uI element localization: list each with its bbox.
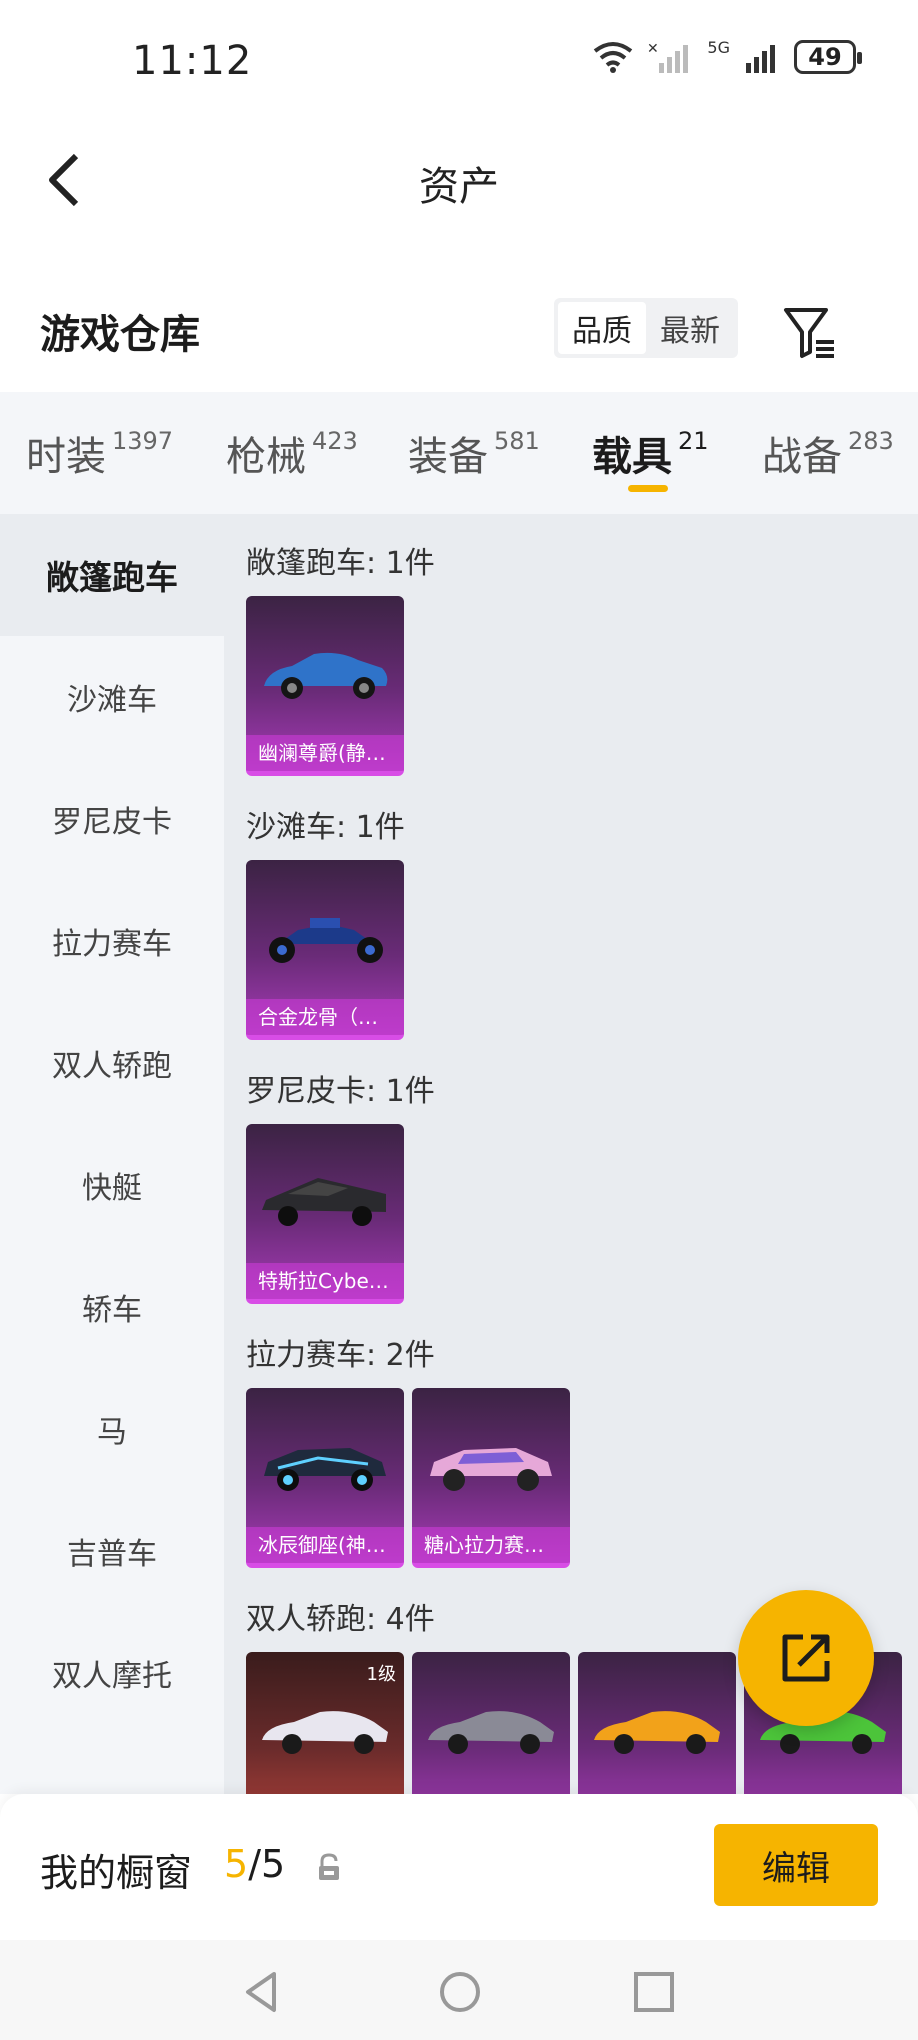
tab-name: 装备 xyxy=(408,434,488,480)
edit-button[interactable]: 编辑 xyxy=(714,1824,878,1906)
battery-icon: 49 xyxy=(794,40,862,74)
group-title: 沙滩车: 1件 xyxy=(246,810,405,845)
tab-name: 战备 xyxy=(762,434,842,480)
side-item-beach-buggy[interactable]: 沙滩车 xyxy=(0,636,224,758)
tab-count: 283 xyxy=(848,427,894,455)
group-title: 拉力赛车: 2件 xyxy=(246,1338,435,1373)
tab-name: 时装 xyxy=(26,434,106,480)
showcase-title: 我的橱窗 xyxy=(40,1851,193,1895)
item-card[interactable]: 糖心拉力赛… xyxy=(412,1388,570,1568)
sort-option-quality[interactable]: 品质 xyxy=(558,302,646,354)
coupe-thumbnail xyxy=(428,1711,554,1754)
item-card[interactable]: 特斯拉Cybe… xyxy=(246,1124,404,1304)
status-time: 11:12 xyxy=(132,38,253,84)
tab-count: 423 xyxy=(312,427,358,455)
category-tabs: 时装 1397 枪械 423 装备 581 载具 21 战备 283 xyxy=(0,392,918,514)
side-item-pickup[interactable]: 罗尼皮卡 xyxy=(0,758,224,880)
filter-icon[interactable] xyxy=(782,304,838,360)
tab-count: 21 xyxy=(678,427,709,455)
status-bar: 11:12 ✕ 5G 49 xyxy=(0,0,918,120)
tab-tactical[interactable]: 战备 283 xyxy=(762,392,894,514)
side-item-coupe[interactable]: 双人轿跑 xyxy=(0,1002,224,1124)
item-card[interactable]: 合金龙骨（… xyxy=(246,860,404,1040)
header: 资产 xyxy=(0,120,918,240)
nav-recent-icon[interactable] xyxy=(630,1968,678,2016)
item-level-badge: 1级 xyxy=(366,1664,396,1685)
side-item-horse[interactable]: 马 xyxy=(0,1368,224,1490)
wifi-icon xyxy=(594,42,633,73)
item-label: 幽澜尊爵(静… xyxy=(246,735,404,771)
system-nav-bar xyxy=(0,1940,918,2040)
side-item-sedan[interactable]: 轿车 xyxy=(0,1246,224,1368)
tab-vehicles[interactable]: 载具 21 xyxy=(592,392,709,514)
item-card[interactable] xyxy=(412,1652,570,1794)
tab-count: 1397 xyxy=(112,427,174,455)
item-label: 合金龙骨（… xyxy=(246,999,404,1035)
tab-equipment[interactable]: 装备 581 xyxy=(408,392,540,514)
group-title: 双人轿跑: 4件 xyxy=(246,1602,435,1637)
warehouse-row: 游戏仓库 品质 最新 xyxy=(0,280,918,380)
item-label: 特斯拉Cybe… xyxy=(246,1263,404,1299)
rally-car-thumbnail xyxy=(264,1448,386,1491)
signal-off-icon: ✕ xyxy=(647,41,689,73)
share-icon xyxy=(782,1634,830,1682)
group-title: 罗尼皮卡: 1件 xyxy=(246,1074,435,1109)
tab-guns[interactable]: 枪械 423 xyxy=(226,392,358,514)
warehouse-title: 游戏仓库 xyxy=(40,312,200,358)
group-title: 敞篷跑车: 1件 xyxy=(246,546,435,581)
side-item-jeep[interactable]: 吉普车 xyxy=(0,1490,224,1612)
side-item-motorcycle[interactable]: 双人摩托 xyxy=(0,1612,224,1734)
item-card[interactable]: 幽澜尊爵(静… xyxy=(246,596,404,776)
page-title: 资产 xyxy=(419,164,499,210)
side-item-speedboat[interactable]: 快艇 xyxy=(0,1124,224,1246)
showcase-count: 5/5 xyxy=(224,1842,285,1886)
nav-home-icon[interactable] xyxy=(436,1968,484,2016)
coupe-thumbnail xyxy=(262,1711,388,1754)
pickup-thumbnail xyxy=(262,1178,386,1226)
coupe-thumbnail xyxy=(594,1711,720,1754)
sort-option-newest[interactable]: 最新 xyxy=(646,302,734,354)
car-thumbnail xyxy=(264,652,388,699)
side-item-convertible[interactable]: 敞篷跑车 xyxy=(0,514,224,636)
item-card[interactable] xyxy=(578,1652,736,1794)
side-nav: 敞篷跑车 沙滩车 罗尼皮卡 拉力赛车 双人轿跑 快艇 轿车 马 吉普车 双人摩托 xyxy=(0,514,224,1794)
sort-toggle: 品质 最新 xyxy=(554,298,738,358)
tab-name: 枪械 xyxy=(226,434,306,480)
bottom-bar: 我的橱窗 5/5 编辑 xyxy=(0,1794,918,1940)
signal-icon xyxy=(746,45,775,73)
active-tab-underline xyxy=(628,485,668,492)
item-card[interactable]: 冰辰御座(神… xyxy=(246,1388,404,1568)
lock-icon xyxy=(319,1853,339,1880)
network-type: 5G xyxy=(707,37,730,57)
nav-back-icon[interactable] xyxy=(238,1968,286,2016)
showcase-current: 5 xyxy=(224,1842,249,1886)
rally-car-thumbnail xyxy=(430,1448,552,1491)
buggy-thumbnail xyxy=(269,918,383,963)
tab-name: 载具 xyxy=(592,434,672,480)
item-card[interactable]: 1级 xyxy=(246,1652,404,1794)
tab-fashion[interactable]: 时装 1397 xyxy=(26,392,173,514)
showcase-total: /5 xyxy=(248,1842,286,1886)
item-label: 糖心拉力赛… xyxy=(412,1527,570,1563)
share-button[interactable] xyxy=(738,1590,874,1726)
status-icons: ✕ 5G 49 xyxy=(593,37,862,74)
item-label: 冰辰御座(神… xyxy=(246,1527,404,1563)
tab-count: 581 xyxy=(494,427,540,455)
side-item-rally[interactable]: 拉力赛车 xyxy=(0,880,224,1002)
svg-text:✕: ✕ xyxy=(647,41,659,57)
